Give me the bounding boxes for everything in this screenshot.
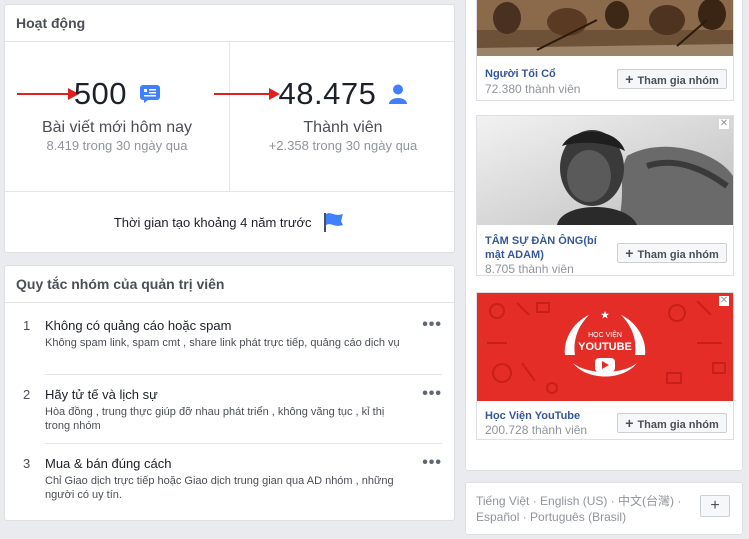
more-options-button[interactable]: ••• bbox=[422, 385, 442, 403]
group-name[interactable]: Học Viện YouTube bbox=[485, 409, 580, 423]
divider bbox=[45, 443, 442, 444]
join-group-button[interactable]: + Tham gia nhóm bbox=[617, 243, 727, 263]
join-group-button[interactable]: + Tham gia nhóm bbox=[617, 69, 727, 89]
group-member-count: 72.380 thành viên bbox=[485, 82, 581, 96]
badge-main-text: YOUTUBE bbox=[578, 341, 632, 353]
divider bbox=[45, 374, 442, 375]
members-stat: 48.475 Thành viên +2.358 trong 30 ngày q… bbox=[214, 42, 456, 192]
suggested-groups-card: Người Tối Cổ 72.380 thành viên + Tham gia… bbox=[465, 0, 743, 471]
activity-title: Hoạt động bbox=[5, 5, 454, 42]
rules-title: Quy tắc nhóm của quản trị viên bbox=[5, 266, 454, 303]
more-options-button[interactable]: ••• bbox=[422, 316, 442, 334]
group-created: Thời gian tạo khoảng 4 năm trước bbox=[5, 192, 454, 253]
group-name[interactable]: Người Tối Cổ bbox=[485, 67, 556, 81]
language-links[interactable]: Tiếng Việt · English (US) · 中文(台灣) · Esp… bbox=[476, 493, 686, 525]
group-suggestion[interactable]: ✕ TÂM SỰ ĐÀN ÔNG(bí mật ADAM) 8.705 thàn… bbox=[476, 115, 734, 276]
group-member-count: 8.705 thành viên bbox=[485, 262, 574, 276]
group-suggestion[interactable]: HỌC VIỆN YOUTUBE ✕ Học Viện YouTube 200.… bbox=[476, 292, 734, 440]
close-icon[interactable]: ✕ bbox=[719, 119, 729, 129]
members-count: 48.475 bbox=[230, 76, 456, 112]
posts-count: 500 bbox=[5, 76, 229, 112]
chat-icon bbox=[140, 84, 161, 103]
person-icon bbox=[389, 84, 408, 104]
rule-description: Không spam link, spam cmt , share link p… bbox=[45, 337, 400, 349]
more-options-button[interactable]: ••• bbox=[422, 454, 442, 472]
rule-title: Mua & bán đúng cách bbox=[45, 456, 172, 471]
members-label: Thành viên bbox=[303, 119, 383, 136]
flag-icon bbox=[324, 212, 344, 232]
close-icon[interactable]: ✕ bbox=[719, 296, 729, 306]
badge-top-text: HỌC VIỆN bbox=[588, 330, 622, 339]
group-cover-image[interactable] bbox=[477, 0, 733, 56]
rule-description: Hòa đồng , trung thực giúp đỡ nhau phát … bbox=[45, 406, 385, 432]
posts-label: Bài viết mới hôm nay bbox=[41, 119, 193, 136]
rule-description: Chỉ Giao dịch trực tiếp hoặc Giao dịch t… bbox=[45, 475, 394, 501]
language-selector: Tiếng Việt · English (US) · 中文(台灣) · Esp… bbox=[465, 482, 743, 535]
posts-stat: 500 Bài viết mới hôm nay 8.419 trong 30 … bbox=[5, 42, 230, 192]
rule-number: 3 bbox=[23, 456, 31, 471]
join-group-button[interactable]: + Tham gia nhóm bbox=[617, 413, 727, 433]
rule-title: Hãy tử tế và lịch sự bbox=[45, 387, 158, 402]
plus-icon: + bbox=[625, 71, 634, 87]
plus-icon: + bbox=[625, 415, 634, 431]
rule-number: 2 bbox=[23, 387, 31, 402]
add-language-button[interactable]: + bbox=[700, 495, 730, 517]
group-member-count: 200.728 thành viên bbox=[485, 423, 588, 437]
plus-icon: + bbox=[625, 245, 634, 261]
group-suggestion[interactable]: Người Tối Cổ 72.380 thành viên + Tham gia… bbox=[476, 0, 734, 101]
group-cover-image[interactable] bbox=[477, 116, 733, 225]
rule-number: 1 bbox=[23, 318, 31, 333]
group-name[interactable]: TÂM SỰ ĐÀN ÔNG(bí mật ADAM) bbox=[485, 234, 605, 262]
rule-title: Không có quảng cáo hoặc spam bbox=[45, 318, 232, 333]
activity-card: Hoạt động 500 Bài viết mới hôm nay 8.419… bbox=[4, 4, 455, 253]
posts-sub: 8.419 trong 30 ngày qua bbox=[46, 138, 188, 153]
members-sub: +2.358 trong 30 ngày qua bbox=[268, 138, 418, 153]
activity-stats: 500 Bài viết mới hôm nay 8.419 trong 30 … bbox=[5, 42, 454, 192]
rules-card: Quy tắc nhóm của quản trị viên 1 Không c… bbox=[4, 265, 455, 521]
group-cover-image[interactable]: HỌC VIỆN YOUTUBE bbox=[477, 293, 733, 401]
